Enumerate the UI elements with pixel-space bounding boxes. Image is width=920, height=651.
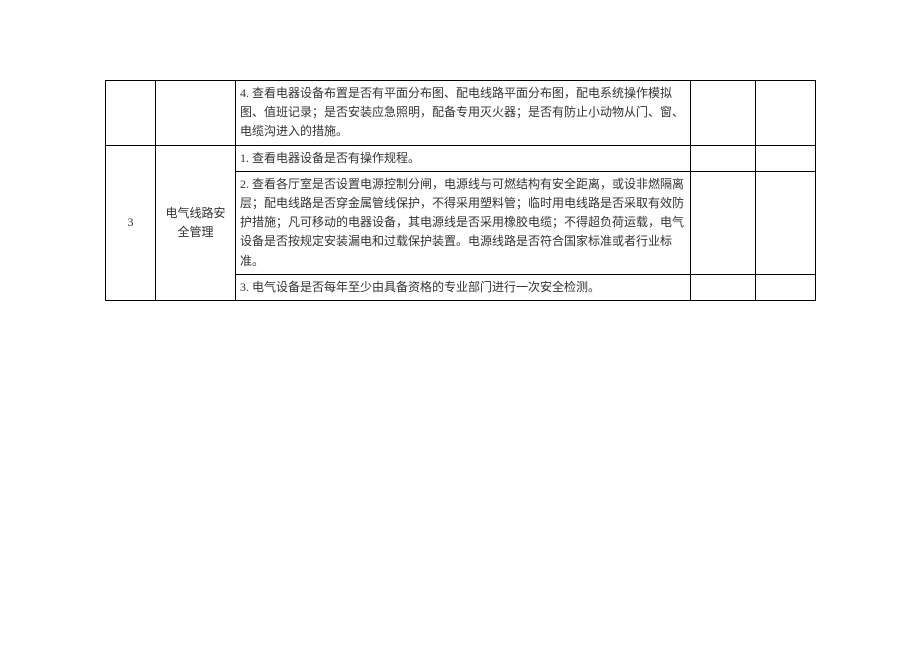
blank-cell <box>691 145 756 171</box>
description-cell: 4. 查看电器设备布置是否有平面分布图、配电线路平面分布图，配电系统操作模拟图、… <box>236 81 691 146</box>
blank-cell <box>756 274 816 300</box>
row-number-cell: 3 <box>106 145 156 300</box>
blank-cell <box>756 81 816 146</box>
table-row: 4. 查看电器设备布置是否有平面分布图、配电线路平面分布图，配电系统操作模拟图、… <box>106 81 816 146</box>
inspection-table: 4. 查看电器设备布置是否有平面分布图、配电线路平面分布图，配电系统操作模拟图、… <box>105 80 816 301</box>
row-number-cell <box>106 81 156 146</box>
description-cell: 3. 电气设备是否每年至少由具备资格的专业部门进行一次安全检测。 <box>236 274 691 300</box>
blank-cell <box>691 274 756 300</box>
description-cell: 1. 查看电器设备是否有操作规程。 <box>236 145 691 171</box>
description-cell: 2. 查看各厅室是否设置电源控制分闸，电源线与可燃结构有安全距离，或设非燃隔离层… <box>236 171 691 274</box>
category-cell: 电气线路安全管理 <box>156 145 236 300</box>
blank-cell <box>756 145 816 171</box>
blank-cell <box>756 171 816 274</box>
blank-cell <box>691 171 756 274</box>
table-row: 3 电气线路安全管理 1. 查看电器设备是否有操作规程。 <box>106 145 816 171</box>
blank-cell <box>691 81 756 146</box>
category-cell <box>156 81 236 146</box>
